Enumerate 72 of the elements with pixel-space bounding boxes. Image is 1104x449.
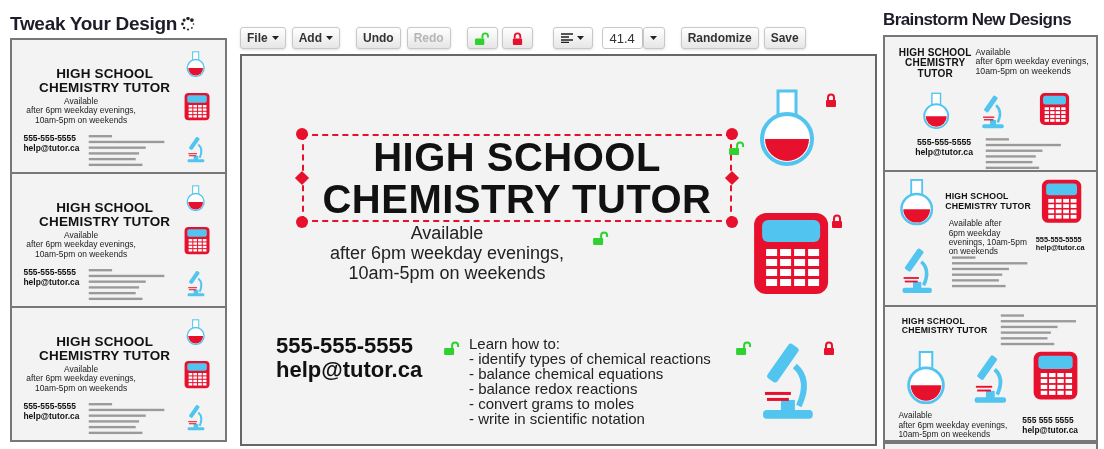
calculator-icon <box>1032 350 1079 401</box>
calculator-icon <box>752 211 831 296</box>
add-menu-button[interactable]: Add <box>291 27 340 49</box>
headline-text: HIGH SCHOOL CHEMISTRY TUTOR <box>38 334 172 363</box>
file-menu-button[interactable]: File <box>240 27 286 49</box>
availability-text: Available after 6pm weekday evenings, 10am-5pm on weekends <box>975 47 1090 76</box>
headline-text: HIGH SCHOOL CHEMISTRY TUTOR <box>945 192 1032 211</box>
availability-text: Available after 6pm weekday evenings, 10am-5pm on weekends <box>898 410 1009 439</box>
availability-text: Available after 6pm weekday evenings, 10am-5pm on weekends <box>25 364 137 393</box>
phone-number: 555 555 5555 <box>1022 415 1075 426</box>
randomize-button[interactable]: Randomize <box>680 27 759 49</box>
calculator-icon <box>183 360 211 389</box>
email-address: help@tutor.ca <box>1022 425 1078 435</box>
panel-title: Tweak Your Design <box>10 11 177 36</box>
lock-button[interactable] <box>501 27 533 49</box>
phone-number: 555-555-5555 <box>23 401 77 411</box>
email-address: help@tutor.ca <box>915 147 973 157</box>
email-address: help@tutor.ca <box>276 358 423 383</box>
loading-spinner-icon <box>181 17 195 31</box>
calculator-icon <box>1040 178 1083 224</box>
calculator-icon <box>1039 92 1070 126</box>
flask-icon <box>185 319 206 346</box>
flask-icon <box>905 350 947 405</box>
microscope-icon <box>186 134 206 163</box>
microscope-icon <box>186 402 206 431</box>
caret-icon <box>650 36 658 40</box>
resize-handle[interactable] <box>726 128 738 140</box>
resize-handle[interactable] <box>726 216 738 228</box>
align-left-icon <box>561 33 574 43</box>
availability-text: Available after 6pm weekday evenings, 10am-5pm on weekends <box>25 230 137 259</box>
flask-icon <box>185 51 206 78</box>
design-thumbnail[interactable] <box>883 442 1098 449</box>
flask-icon <box>921 92 951 130</box>
phone-number: 555-555-5555 <box>915 137 973 148</box>
flask-icon <box>185 185 206 212</box>
design-thumbnail[interactable]: HIGH SCHOOL CHEMISTRY TUTOR Available after 6pm weekday evenings, 10am-5pm on weekends 555 555 5555 help@tutor.ca <box>883 305 1098 442</box>
caret-icon <box>577 36 585 40</box>
design-thumbnail[interactable]: HIGH SCHOOL CHEMISTRY TUTOR Available after 6pm weekday evenings, 10am-5pm on weekends 555-555-5555 help@tutor.ca <box>10 38 227 174</box>
caret-icon <box>326 36 333 40</box>
flask-icon <box>898 178 935 226</box>
phone-number: 555-555-5555 <box>23 267 77 277</box>
headline-text: HIGH SCHOOL CHEMISTRY TUTOR <box>321 136 713 220</box>
availability-text: Available after 6pm weekday evenings, 10am-5pm on weekends <box>948 218 1028 256</box>
calculator-icon <box>183 92 211 121</box>
email-address: help@tutor.ca <box>23 410 80 421</box>
align-menu-button[interactable] <box>552 27 593 49</box>
resize-handle[interactable] <box>296 128 308 140</box>
phone-number: 555-555-5555 <box>23 133 77 143</box>
design-thumbnail[interactable]: HIGH SCHOOL CHEMISTRY TUTOR Available after 6pm weekday evenings, 10am-5pm on weekends 555-555-5555 help@tutor.ca <box>10 172 227 308</box>
headline-text: HIGH SCHOOL CHEMISTRY TUTOR <box>901 317 989 336</box>
phone-number: 555-555-5555 <box>276 334 414 359</box>
email-address: help@tutor.ca <box>23 276 80 287</box>
availability-text: Available after 6pm weekday evenings, 10am-5pm on weekends <box>25 96 137 125</box>
undo-button[interactable]: Undo <box>356 27 401 49</box>
font-size-dropdown-button[interactable] <box>642 27 665 49</box>
open-padlock-icon <box>473 31 491 45</box>
save-button[interactable]: Save <box>763 27 806 49</box>
headline-text: HIGH SCHOOL CHEMISTRY TUTOR <box>38 66 172 95</box>
design-thumbnail[interactable]: HIGH SCHOOL CHEMISTRY TUTOR Available after 6pm weekday evenings, 10am-5pm on weekends 555-555-5555 help@tutor.ca <box>883 35 1098 172</box>
design-canvas[interactable] <box>240 54 877 446</box>
panel-title: Brainstorm New Designs <box>883 9 1072 32</box>
font-size-field[interactable]: 41.4 <box>601 27 643 49</box>
design-thumbnail[interactable]: HIGH SCHOOL CHEMISTRY TUTOR Available after 6pm weekday evenings, 10am-5pm on weekends 555-555-5555 help@tutor.ca <box>10 306 227 442</box>
calculator-icon <box>183 226 211 255</box>
caret-icon <box>271 36 279 40</box>
closed-padlock-icon <box>510 31 524 45</box>
headline-text: HIGH SCHOOL CHEMISTRY TUTOR <box>898 47 973 79</box>
learn-list-text: Learn how to: - identify types of chemical reactions - balance chemical equations - balance redox reactions - convert grams to moles - write in scientific notation <box>469 336 711 426</box>
resize-handle[interactable] <box>296 216 308 228</box>
email-address: help@tutor.ca <box>23 142 80 153</box>
microscope-icon <box>186 268 206 297</box>
headline-text: HIGH SCHOOL CHEMISTRY TUTOR <box>38 200 172 229</box>
